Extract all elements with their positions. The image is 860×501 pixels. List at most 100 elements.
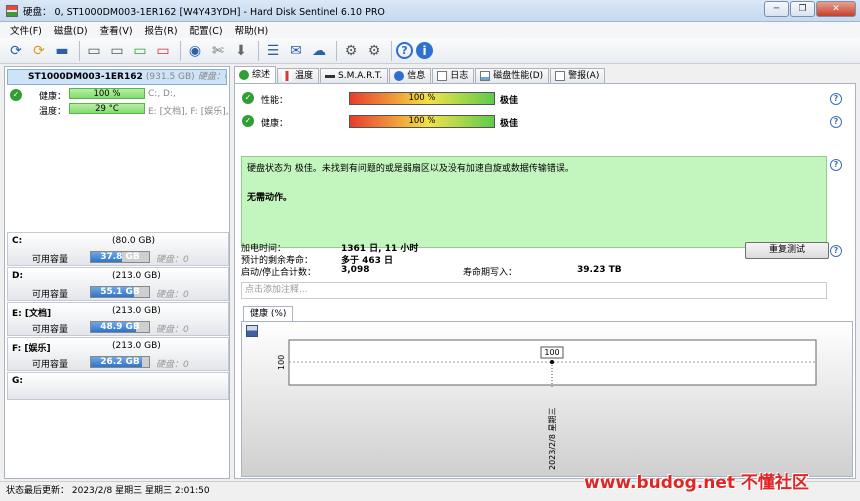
tab-overview[interactable]: 综述 [234,66,277,83]
tools-icon[interactable]: ✄ [208,41,228,61]
network-icon[interactable]: ☁ [309,41,329,61]
temp-label: 温度： [39,107,67,117]
temp-drives: E: [文档], F: [娱乐], G [148,107,228,117]
backup-icon[interactable]: ◉ [185,41,205,61]
refresh-icon[interactable]: ⟳ [6,41,26,61]
tab-health-chart[interactable]: 健康 (%) [243,306,294,322]
info-icon[interactable]: i [416,42,433,59]
disk-name: ST1000DM003-1ER162 [28,72,143,82]
free-space-label: 可用容量 [32,325,69,335]
disk-test-icon[interactable]: ▭ [84,41,104,61]
performance-rating: 极佳 [500,96,519,106]
disk-icon[interactable]: ▬ [52,41,72,61]
free-space-bar: 48.9 GB [90,321,150,333]
tab-disk-performance[interactable]: 磁盘性能(D) [475,68,550,83]
disk-size: (931.5 GB) [145,72,195,82]
preferences-icon[interactable]: ⚙ [364,41,384,61]
free-space-bar: 26.2 GB [90,356,150,368]
x-tick-label: 2023/2/8 星期三 [548,408,557,470]
email-icon[interactable]: ✉ [286,41,306,61]
tab-smart[interactable]: S.M.A.R.T. [320,68,389,83]
app-icon [6,4,18,17]
tab-info[interactable]: 信息 [389,68,432,83]
partition-disk: 硬盘：0 [156,290,189,300]
help-icon[interactable]: ? [396,42,413,59]
tab-label: 温度 [295,71,314,81]
menu-help[interactable]: 帮助(H) [229,23,275,37]
health-bar: 100 % [349,115,495,128]
help-icon[interactable]: ? [830,93,842,105]
disk-item-selected[interactable]: ST1000DM003-1ER162 (931.5 GB) 硬盘：0 [7,69,227,85]
help-icon[interactable]: ? [830,116,842,128]
health-rating: 极佳 [500,119,519,129]
menu-config[interactable]: 配置(C) [184,23,229,37]
free-space-label: 可用容量 [32,360,69,370]
report-icon[interactable]: ☰ [263,41,283,61]
data-label: 100 [544,348,559,357]
partition-e[interactable]: E: [文档] (213.0 GB) 可用容量 48.9 GB 硬盘：0 [7,302,229,336]
download-icon[interactable]: ⬇ [231,41,251,61]
free-space-value: 37.8 GB [100,252,140,262]
disk-error-icon[interactable]: ▭ [153,41,173,61]
disk-index: 硬盘：0 [197,72,226,82]
chart-icon [480,71,491,81]
watermark: www.budog.net 不懂社区 [584,473,809,493]
chart-svg: 100 100 2023/2/8 星期三 [277,339,817,470]
toolbar-separator [258,40,259,61]
partition-name: C: [12,236,23,246]
close-button[interactable]: ✕ [816,1,856,17]
status-text: 状态最后更新： 2023/2/8 星期三 星期三 2:01:50 [6,486,210,496]
performance-bar: 100 % [349,92,495,105]
health-chart: 100 100 2023/2/8 星期三 [241,321,853,477]
check-icon [239,70,249,80]
tab-temperature[interactable]: 温度 [277,68,320,83]
tab-log[interactable]: 日志 [432,68,475,83]
disk-surface-icon[interactable]: ▭ [107,41,127,61]
note-input[interactable]: 点击添加注释... [241,282,827,299]
menu-view[interactable]: 查看(V) [94,23,139,37]
start-stop-value: 3,098 [341,265,370,275]
menu-file[interactable]: 文件(F) [4,23,48,37]
tab-label: 磁盘性能(D) [493,71,544,81]
health-drives: C:, D:, [148,89,176,99]
menu-disk[interactable]: 磁盘(D) [48,23,94,37]
partition-g[interactable]: G: [7,372,229,400]
overview-panel: ✓ 性能： 100 % 极佳 ? ✓ 健康： 100 % 极佳 ? 硬盘状态为 … [234,83,856,479]
partition-f[interactable]: F: [娱乐] (213.0 GB) 可用容量 26.2 GB 硬盘：0 [7,337,229,371]
settings-icon[interactable]: ⚙ [341,41,361,61]
partition-c[interactable]: C: (80.0 GB) 可用容量 37.8 GB 硬盘：0 [7,232,229,266]
partition-name: E: [文档] [12,309,52,319]
health-bar: 100 % [69,88,145,99]
details-panel: 综述 温度 S.M.A.R.T. 信息 日志 磁盘性能(D) 警报(A) ✓ 性… [234,66,856,479]
partition-size: (213.0 GB) [112,271,161,281]
free-space-label: 可用容量 [32,255,69,265]
restore-button[interactable]: ❐ [790,1,815,17]
tab-label: 日志 [450,71,469,81]
free-space-value: 48.9 GB [100,322,140,332]
menu-report[interactable]: 报告(R) [139,23,184,37]
data-point [550,360,554,364]
refresh-all-icon[interactable]: ⟳ [29,41,49,61]
performance-label: 性能： [261,96,289,106]
help-icon[interactable]: ? [830,245,842,257]
partition-disk: 硬盘：0 [156,255,189,265]
disk-ok-icon[interactable]: ▭ [130,41,150,61]
free-space-label: 可用容量 [32,290,69,300]
partition-disk: 硬盘：0 [156,325,189,335]
partition-d[interactable]: D: (213.0 GB) 可用容量 55.1 GB 硬盘：0 [7,267,229,301]
alert-icon [555,71,566,81]
minimize-button[interactable]: ─ [764,1,789,17]
free-space-bar: 55.1 GB [90,286,150,298]
tab-label: 综述 [252,70,271,80]
thermometer-icon [282,71,293,81]
action-text: 无需动作。 [247,193,293,203]
retest-button[interactable]: 重复测试 [745,242,829,259]
tab-alerts[interactable]: 警报(A) [550,68,606,83]
y-tick-label: 100 [277,355,286,370]
title-bar: 硬盘： 0, ST1000DM003-1ER162 [W4Y43YDH] - H… [0,0,860,22]
toolbar-separator [79,40,80,61]
health-label: 健康： [261,119,289,129]
toolbar: ⟳ ⟳ ▬ ▭ ▭ ▭ ▭ ◉ ✄ ⬇ ☰ ✉ ☁ ⚙ ⚙ ? i [0,38,860,64]
start-stop-label: 启动/停止合计数： [241,268,317,278]
help-icon[interactable]: ? [830,159,842,171]
